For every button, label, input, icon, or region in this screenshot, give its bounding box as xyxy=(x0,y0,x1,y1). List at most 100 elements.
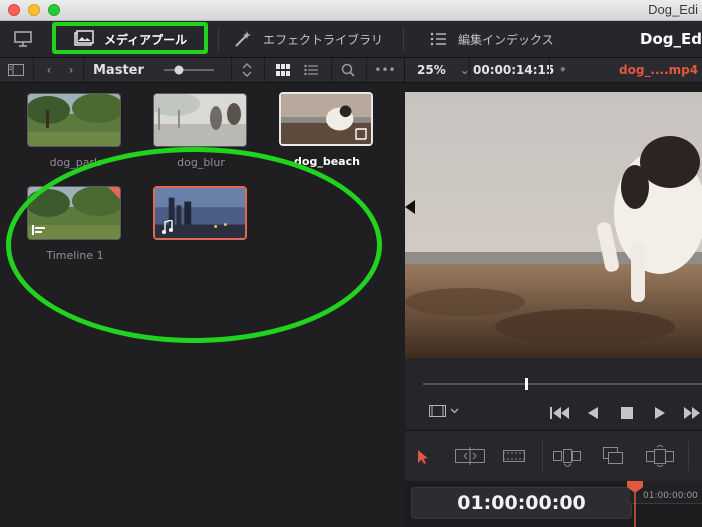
viewer-toolbar: 25% ⌄ 00:00:14:15 • dog_....mp4 xyxy=(404,58,702,83)
divider xyxy=(331,58,332,82)
skip-back-icon xyxy=(550,407,569,419)
search-icon xyxy=(341,63,355,77)
edit-index-button[interactable]: 編集インデックス xyxy=(430,21,554,57)
project-title: Dog_Ed xyxy=(640,30,702,48)
more-icon: ••• xyxy=(374,63,396,77)
stop-button[interactable] xyxy=(621,404,633,423)
grid-icon xyxy=(276,64,290,76)
clip-name: dog_blur xyxy=(177,156,225,169)
slider-icon xyxy=(164,65,214,75)
trim-icon xyxy=(455,447,485,465)
search-button[interactable] xyxy=(335,58,361,82)
stop-icon xyxy=(621,407,633,419)
sort-button[interactable] xyxy=(233,58,261,82)
maximize-window-button[interactable] xyxy=(48,4,60,16)
overwrite-clip-button[interactable] xyxy=(603,447,623,469)
ruler-label: 01:00:00:00 xyxy=(643,491,698,501)
clip-thumbnail xyxy=(27,186,121,240)
close-window-button[interactable] xyxy=(8,4,20,16)
window-title: Dog_Edi xyxy=(648,2,698,17)
fast-forward-button[interactable] xyxy=(684,404,702,423)
bracket-icon xyxy=(355,128,367,140)
viewer-image xyxy=(405,92,702,358)
blade-tool-button[interactable] xyxy=(503,447,525,469)
back-button[interactable]: ‹ xyxy=(38,58,60,82)
clip-thumbnail xyxy=(279,92,373,146)
divider xyxy=(469,58,470,82)
transport-panel xyxy=(405,358,702,430)
monitor-icon xyxy=(14,31,32,47)
replace-clip-icon xyxy=(646,444,674,468)
list-view-button[interactable] xyxy=(298,58,324,82)
divider xyxy=(688,441,689,471)
play-button[interactable] xyxy=(654,404,666,423)
list-icon xyxy=(430,32,446,46)
clip-strip-icon xyxy=(503,450,525,462)
zoom-dropdown[interactable]: 25% ⌄ xyxy=(417,58,470,82)
play-reverse-button[interactable] xyxy=(587,404,599,423)
timeline-header: 01:00:00:00 01:00:00:00 xyxy=(405,481,702,527)
clip-view-dropdown[interactable] xyxy=(429,404,459,423)
bin-list-toggle-button[interactable] xyxy=(0,58,32,82)
thumbnail-size-slider[interactable] xyxy=(162,58,216,82)
playhead-marker-icon xyxy=(627,481,643,527)
viewer-timecode: 00:00:14:15 xyxy=(473,63,555,77)
clip-dog-park[interactable]: dog_park xyxy=(27,93,123,169)
divider xyxy=(231,58,232,82)
edit-tools-toolbar xyxy=(405,430,702,482)
effects-library-button[interactable]: エフェクトライブラリ xyxy=(233,21,383,57)
timeline-icon xyxy=(32,225,45,235)
film-icon xyxy=(429,405,459,417)
chevron-right-icon: › xyxy=(68,63,74,77)
insert-clip-button[interactable] xyxy=(553,445,581,471)
clip-thumbnail xyxy=(153,186,247,240)
insert-clip-icon xyxy=(553,449,581,468)
toolbar-divider xyxy=(218,27,219,51)
arrow-cursor-icon xyxy=(418,450,428,464)
bin-name: Master xyxy=(93,62,144,78)
toolbar-divider xyxy=(403,27,404,51)
clip-name: dog_park xyxy=(49,156,101,169)
playhead-handle[interactable] xyxy=(525,378,528,390)
trim-tool-button[interactable] xyxy=(455,447,485,469)
clip-dog-beach[interactable]: dog_beach xyxy=(279,92,375,168)
clip-timeline-1[interactable]: Timeline 1 xyxy=(27,186,123,262)
replace-clip-button[interactable] xyxy=(646,444,674,471)
play-icon xyxy=(655,407,665,419)
divider xyxy=(264,58,265,82)
minimize-window-button[interactable] xyxy=(28,4,40,16)
divider xyxy=(542,441,543,471)
divider xyxy=(83,58,84,82)
list-view-icon xyxy=(304,64,318,76)
clip-thumbnail xyxy=(153,93,247,147)
divider xyxy=(366,58,367,82)
overwrite-clip-icon xyxy=(603,447,623,464)
sidebar-icon xyxy=(8,64,24,76)
scrub-bar[interactable] xyxy=(423,383,702,385)
selection-tool-button[interactable] xyxy=(417,449,429,469)
marker-arrow-icon xyxy=(405,200,415,214)
music-note-icon xyxy=(162,220,173,234)
clip-audio[interactable] xyxy=(153,186,249,249)
viewer-clip-name: dog_....mp4 xyxy=(619,63,699,77)
divider xyxy=(33,58,34,82)
workspace-toggle-button[interactable] xyxy=(12,21,44,57)
clip-name: dog_beach xyxy=(294,155,360,168)
media-pool-toolbar: ‹ › Master ••• xyxy=(0,58,404,83)
marker-dot-icon: • xyxy=(559,63,567,77)
divider xyxy=(549,58,550,82)
forward-button[interactable]: › xyxy=(60,58,82,82)
media-pool-panel: dog_park dog_blur dog_beach Timeline 1 xyxy=(0,83,404,527)
media-pool-highlight-box xyxy=(52,22,208,54)
thumbnail-view-button[interactable] xyxy=(270,58,296,82)
more-options-button[interactable]: ••• xyxy=(370,58,400,82)
clip-name: Timeline 1 xyxy=(46,249,104,262)
clip-dog-blur[interactable]: dog_blur xyxy=(153,93,249,169)
magic-wand-icon xyxy=(235,31,251,47)
clip-thumbnail xyxy=(27,93,121,147)
jump-to-start-button[interactable] xyxy=(550,404,570,423)
effects-library-label: エフェクトライブラリ xyxy=(263,32,384,47)
chevron-left-icon: ‹ xyxy=(46,63,52,77)
zoom-level: 25% xyxy=(417,63,446,77)
sort-icon xyxy=(242,63,252,77)
